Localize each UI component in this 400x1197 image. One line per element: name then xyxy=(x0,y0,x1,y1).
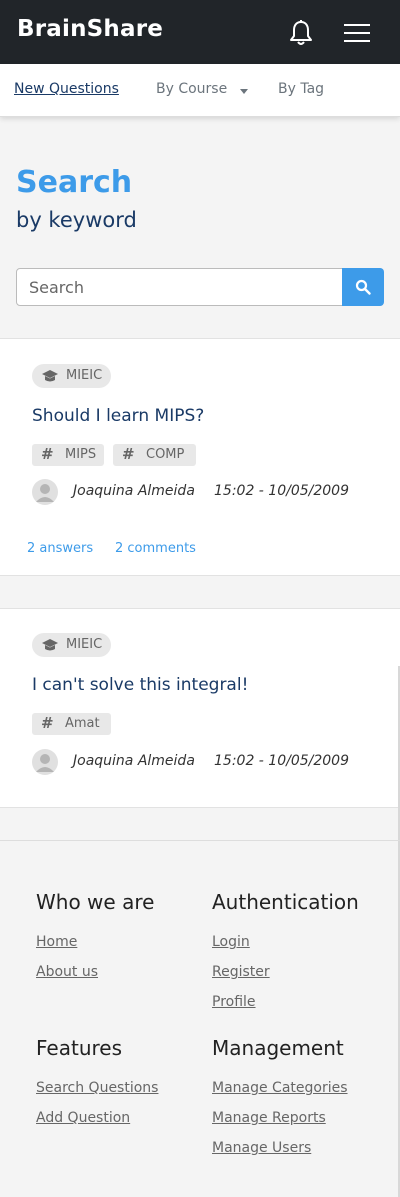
post-date: 15:02 - 10/05/2009 xyxy=(214,483,349,499)
tab-by-tag[interactable]: By Tag xyxy=(278,81,324,97)
course-label: MIEIC xyxy=(66,637,103,652)
footer-link-manage-categories[interactable]: Manage Categories xyxy=(212,1080,348,1096)
hash-icon: # xyxy=(41,714,54,732)
chevron-down-icon[interactable] xyxy=(240,89,248,94)
question-title[interactable]: Should I learn MIPS? xyxy=(32,406,204,426)
tag-amat[interactable]: # Amat xyxy=(32,713,111,735)
user-avatar-icon xyxy=(32,749,58,775)
brand-logo[interactable]: BrainShare xyxy=(17,16,163,42)
answers-count[interactable]: 2 answers xyxy=(27,541,93,556)
course-badge[interactable]: MIEIC xyxy=(32,633,111,657)
footer-link-register[interactable]: Register xyxy=(212,964,270,980)
sub-navbar: New Questions By Course By Tag xyxy=(0,64,400,117)
user-avatar-icon xyxy=(32,479,58,505)
footer-link-add-question[interactable]: Add Question xyxy=(36,1110,130,1126)
hash-icon: # xyxy=(122,445,135,463)
footer-heading-auth: Authentication xyxy=(212,890,359,914)
graduation-cap-icon xyxy=(42,370,58,382)
tab-by-course[interactable]: By Course xyxy=(156,81,227,97)
menu-icon[interactable] xyxy=(341,20,373,46)
course-badge[interactable]: MIEIC xyxy=(32,364,111,388)
page-subtitle: by keyword xyxy=(16,208,137,232)
course-label: MIEIC xyxy=(66,368,103,383)
tag-label: MIPS xyxy=(65,447,97,462)
bell-icon[interactable] xyxy=(288,19,314,47)
tag-label: Amat xyxy=(65,716,100,731)
footer-heading-features: Features xyxy=(36,1036,122,1060)
top-navbar: BrainShare xyxy=(0,0,400,64)
footer-link-about[interactable]: About us xyxy=(36,964,98,980)
footer-link-search-questions[interactable]: Search Questions xyxy=(36,1080,158,1096)
footer-link-login[interactable]: Login xyxy=(212,934,250,950)
search-input[interactable] xyxy=(16,268,343,306)
footer-link-home[interactable]: Home xyxy=(36,934,77,950)
graduation-cap-icon xyxy=(42,639,58,651)
question-title[interactable]: I can't solve this integral! xyxy=(32,675,248,695)
footer-link-manage-reports[interactable]: Manage Reports xyxy=(212,1110,326,1126)
author-name[interactable]: Joaquina Almeida xyxy=(73,753,195,769)
question-card[interactable]: MIEIC Should I learn MIPS? # MIPS # COMP… xyxy=(0,338,400,576)
search-button[interactable] xyxy=(342,268,384,306)
page-title: Search xyxy=(16,165,133,200)
comments-count[interactable]: 2 comments xyxy=(115,541,196,556)
footer-heading-who: Who we are xyxy=(36,890,155,914)
hash-icon: # xyxy=(41,445,54,463)
search-icon xyxy=(355,279,371,295)
tag-comp[interactable]: # COMP xyxy=(113,444,196,466)
tag-label: COMP xyxy=(146,447,185,462)
post-date: 15:02 - 10/05/2009 xyxy=(214,753,349,769)
footer-heading-management: Management xyxy=(212,1036,344,1060)
footer-divider xyxy=(0,840,400,841)
tag-mips[interactable]: # MIPS xyxy=(32,444,104,466)
question-card[interactable]: MIEIC I can't solve this integral! # Ama… xyxy=(0,608,400,808)
footer-link-manage-users[interactable]: Manage Users xyxy=(212,1140,311,1156)
author-name[interactable]: Joaquina Almeida xyxy=(73,483,195,499)
tab-new-questions[interactable]: New Questions xyxy=(14,81,119,97)
footer-link-profile[interactable]: Profile xyxy=(212,994,256,1010)
